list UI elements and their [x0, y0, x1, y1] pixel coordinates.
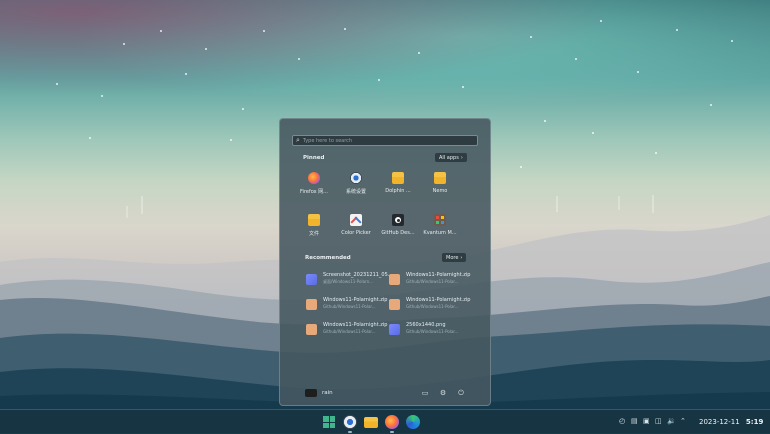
taskbar-app-settings[interactable]: [342, 414, 358, 430]
clipboard-icon[interactable]: ▤: [631, 417, 638, 425]
chevron-right-icon: ›: [460, 154, 463, 161]
file-manager-button[interactable]: ▭: [420, 389, 430, 397]
folder-icon: [392, 172, 404, 184]
running-indicator: [390, 431, 394, 433]
power-button[interactable]: ⏻: [456, 389, 466, 398]
recommended-item-name: Screenshot_20231211_05...: [323, 272, 389, 278]
archive-file-icon: [389, 274, 400, 285]
color-picker-icon: [350, 214, 362, 226]
power-icon: ⏻: [458, 389, 464, 397]
taskbar: ◴ ▤ ▣ ◫ 🔉 ⌃ 2023-12-11 5:19: [0, 409, 770, 434]
all-apps-label: All apps: [439, 154, 459, 161]
folder-icon: [308, 214, 320, 226]
windows-logo-icon: [323, 416, 335, 428]
folder-icon: [364, 417, 378, 428]
recommended-item-path: Github/Windows11-Polar...: [406, 329, 459, 334]
settings-button[interactable]: ⚙: [438, 389, 448, 397]
start-menu-footer: rain ▭ ⚙ ⏻: [280, 383, 490, 405]
volume-icon[interactable]: 🔉: [667, 417, 676, 425]
chevron-right-icon: ›: [460, 254, 463, 261]
running-indicator: [348, 431, 352, 433]
archive-file-icon: [389, 299, 400, 310]
start-button[interactable]: [321, 414, 337, 430]
chevron-up-icon[interactable]: ⌃: [680, 417, 686, 425]
recommended-item-name: Windows11-Polarnight.zip: [323, 297, 388, 303]
network-icon[interactable]: ◫: [655, 417, 662, 425]
recommended-item-name: 2560x1440.png: [406, 322, 446, 328]
recommended-item-path: Github/Windows11-Polar...: [323, 329, 376, 334]
recommended-item[interactable]: Windows11-Polarnight.zip Github/Windows1…: [389, 297, 474, 317]
pinned-app-github-desktop[interactable]: GitHub Des...: [378, 214, 418, 236]
taskbar-app-firefox[interactable]: [384, 414, 400, 430]
clock-date: 2023-12-11: [699, 418, 740, 426]
recommended-item[interactable]: Windows11-Polarnight.zip Github/Windows1…: [306, 322, 391, 342]
search-input[interactable]: [302, 137, 463, 144]
search-icon: ⌕: [296, 136, 300, 144]
recommended-title: Recommended: [305, 255, 351, 261]
pinned-app-label: 文件: [308, 231, 319, 237]
pinned-app-label: 系统设置: [345, 189, 366, 195]
pinned-app-files[interactable]: 文件: [294, 214, 334, 237]
pinned-app-label: GitHub Des...: [381, 230, 415, 236]
kvantum-icon: [434, 214, 446, 226]
image-file-icon: [306, 274, 317, 285]
taskbar-app-edge[interactable]: [405, 414, 421, 430]
gear-icon: ⚙: [439, 389, 447, 397]
edge-icon: [406, 415, 420, 429]
recommended-item-path: Github/Windows11-Polar...: [323, 304, 376, 309]
recommended-item[interactable]: 2560x1440.png Github/Windows11-Polar...: [389, 322, 474, 342]
all-apps-button[interactable]: All apps ›: [435, 153, 467, 162]
recommended-item[interactable]: Windows11-Polarnight.zip Github/Windows1…: [306, 297, 391, 317]
pinned-app-label: Firefox 网...: [300, 189, 328, 195]
firefox-icon: [308, 172, 320, 184]
pinned-app-label: Kvantum M...: [423, 230, 457, 236]
pinned-app-firefox[interactable]: Firefox 网...: [294, 172, 334, 195]
more-label: More: [446, 254, 459, 261]
archive-file-icon: [306, 324, 317, 335]
device-icon[interactable]: ▣: [643, 417, 650, 425]
recommended-item[interactable]: Windows11-Polarnight.zip Github/Windows1…: [389, 272, 474, 292]
taskbar-clock[interactable]: 2023-12-11 5:19: [699, 418, 763, 426]
firefox-icon: [385, 415, 399, 429]
avatar[interactable]: [305, 389, 317, 397]
start-menu: ⌕ Pinned All apps › Firefox 网... 系统设置 Do…: [279, 118, 491, 406]
folder-icon: ▭: [421, 389, 429, 397]
recommended-item[interactable]: Screenshot_20231211_05... 桌面/Windows11-P…: [306, 272, 391, 292]
pinned-app-kvantum[interactable]: Kvantum M...: [420, 214, 460, 236]
search-box[interactable]: ⌕: [292, 135, 478, 146]
pinned-app-settings[interactable]: 系统设置: [336, 172, 376, 195]
user-name[interactable]: rain: [322, 390, 333, 396]
image-file-icon: [389, 324, 400, 335]
recommended-item-name: Windows11-Polarnight.zip: [406, 272, 471, 278]
taskbar-app-files[interactable]: [363, 414, 379, 430]
clock-time: 5:19: [745, 418, 764, 426]
folder-icon: [434, 172, 446, 184]
pinned-app-dolphin[interactable]: Dolphin ...: [378, 172, 418, 194]
recommended-item-path: 桌面/Windows11-Polarn...: [323, 279, 373, 284]
recommended-item-name: Windows11-Polarnight.zip: [406, 297, 471, 303]
pinned-app-label: Nemo: [432, 188, 448, 194]
recommended-item-name: Windows11-Polarnight.zip: [323, 322, 388, 328]
more-button[interactable]: More ›: [442, 253, 467, 262]
notification-icon[interactable]: ◴: [619, 417, 625, 425]
pinned-title: Pinned: [303, 155, 325, 161]
archive-file-icon: [306, 299, 317, 310]
pinned-app-nemo[interactable]: Nemo: [420, 172, 460, 194]
recommended-item-path: Github/Windows11-Polar...: [406, 279, 459, 284]
pinned-app-label: Color Picker: [341, 230, 371, 236]
github-icon: [392, 214, 404, 226]
recommended-item-path: Github/Windows11-Polar...: [406, 304, 459, 309]
settings-icon: [350, 172, 362, 184]
pinned-app-color-picker[interactable]: Color Picker: [336, 214, 376, 236]
settings-icon: [343, 415, 357, 429]
pinned-app-label: Dolphin ...: [385, 188, 411, 194]
